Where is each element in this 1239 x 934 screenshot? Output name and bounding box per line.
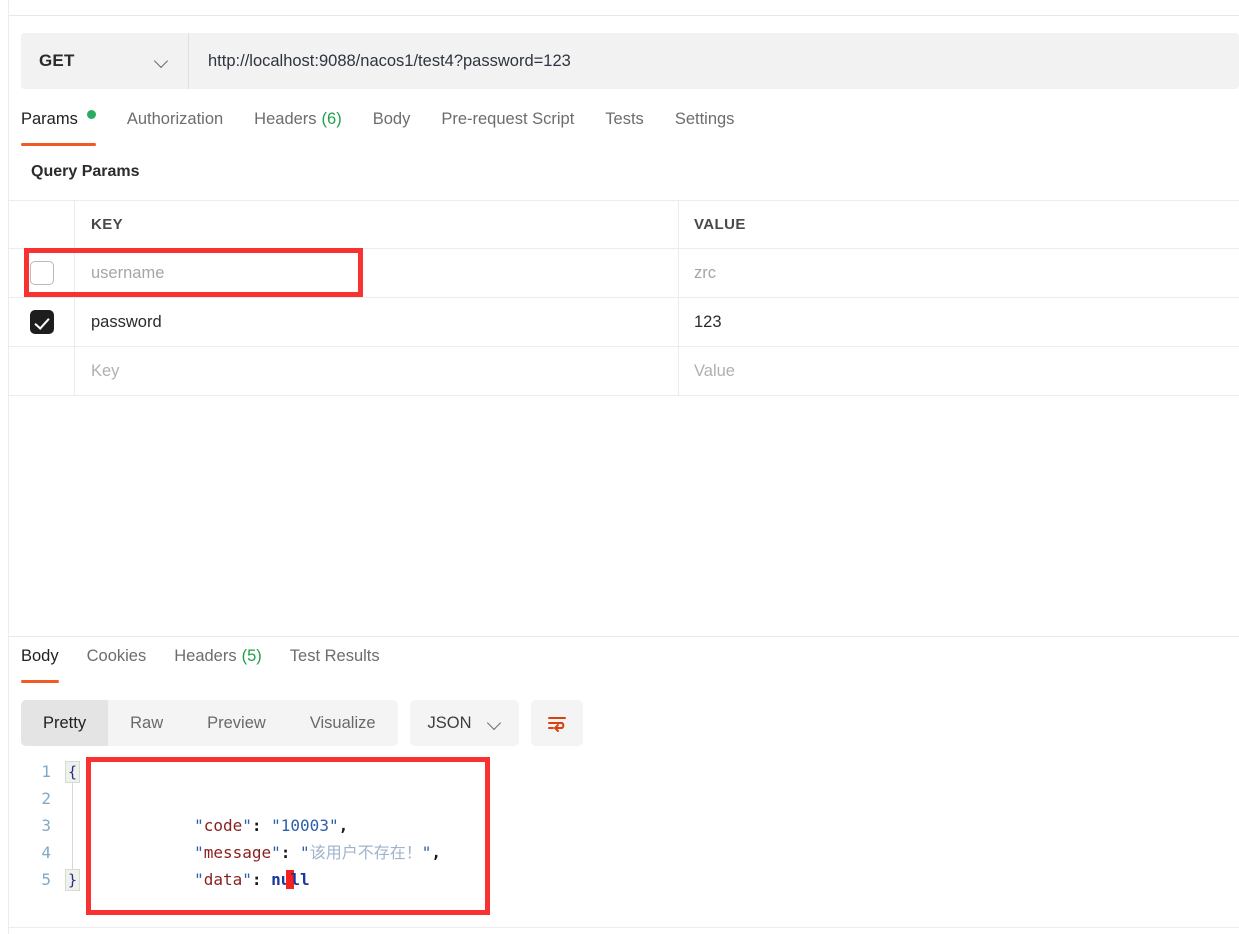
json-key-data: data [203, 870, 243, 889]
column-header-value: VALUE [694, 216, 746, 233]
request-tabs: Params Authorization Headers (6) Body Pr… [21, 107, 1239, 147]
line-number: 3 [41, 816, 51, 835]
response-format-toolbar: Pretty Raw Preview Visualize JSON [21, 700, 583, 746]
pane-splitter[interactable] [9, 636, 1239, 637]
tab-authorization-label: Authorization [126, 110, 224, 128]
tab-headers-count: (6) [321, 110, 342, 128]
tab-headers[interactable]: Headers (6) [254, 107, 342, 147]
json-value-code: 10003 [280, 816, 329, 835]
code-lines: "code": "10003", "message": "该用户不存在！", "… [83, 758, 1239, 918]
table-row-new[interactable]: Key Value [9, 347, 1239, 396]
tab-response-body-label: Body [21, 647, 59, 665]
tab-params-label: Params [21, 110, 78, 128]
bottom-edge-divider [9, 927, 1239, 928]
line-number-gutter: 1 2 3 4 5 [21, 758, 61, 918]
query-params-title: Query Params [31, 163, 140, 180]
chevron-down-icon [488, 717, 501, 730]
line-number: 2 [41, 789, 51, 808]
table-row[interactable]: username zrc [9, 249, 1239, 298]
param-key-username[interactable]: username [75, 249, 679, 297]
indent-guide [72, 783, 73, 869]
tab-settings-label: Settings [674, 110, 735, 128]
line-number: 1 [41, 762, 51, 781]
url-bar: GET http://localhost:9088/nacos1/test4?p… [21, 33, 1239, 89]
tab-body-label: Body [372, 110, 411, 128]
tab-response-cookies[interactable]: Cookies [87, 644, 147, 684]
query-params-table: KEY VALUE username zrc password 123 Key … [9, 200, 1239, 396]
line-number: 4 [41, 843, 51, 862]
tab-response-body[interactable]: Body [21, 644, 59, 684]
param-key-password[interactable]: password [75, 298, 679, 346]
code-fold-column: { } [61, 758, 83, 918]
tab-response-headers[interactable]: Headers (5) [174, 644, 262, 684]
code-fold-close-marker[interactable]: } [65, 869, 80, 891]
response-tabs: Body Cookies Headers (5) Test Results [21, 644, 408, 684]
json-comma: , [338, 816, 349, 835]
tab-headers-label: Headers [254, 110, 317, 128]
param-value-new-placeholder[interactable]: Value [679, 347, 1239, 395]
checkbox-username[interactable] [29, 261, 54, 285]
checkbox-password[interactable] [29, 310, 54, 334]
top-divider [9, 15, 1239, 16]
tab-params[interactable]: Params [21, 107, 96, 147]
postman-request-response-view: GET http://localhost:9088/nacos1/test4?p… [0, 0, 1239, 934]
code-fold-open-marker[interactable]: { [65, 761, 80, 783]
content-type-dropdown[interactable]: JSON [409, 700, 519, 746]
param-value-username[interactable]: zrc [679, 249, 1239, 297]
response-view-segmented-control: Pretty Raw Preview Visualize [21, 700, 398, 746]
url-input[interactable]: http://localhost:9088/nacos1/test4?passw… [189, 33, 1239, 89]
tab-pre-request-script[interactable]: Pre-request Script [441, 107, 574, 147]
param-key-new-placeholder[interactable]: Key [75, 347, 679, 395]
tab-test-results[interactable]: Test Results [290, 644, 380, 684]
view-visualize-button[interactable]: Visualize [288, 700, 398, 746]
view-pretty-button[interactable]: Pretty [21, 700, 109, 746]
json-value-message: 该用户不存在！ [309, 843, 422, 862]
json-key-code: code [203, 816, 243, 835]
view-preview-button[interactable]: Preview [185, 700, 288, 746]
row-enable-checkbox-cell [9, 347, 75, 395]
left-rail [0, 0, 9, 934]
tab-response-headers-count: (5) [241, 647, 262, 665]
response-body-editor[interactable]: 1 2 3 4 5 { } "code": "10003", "message"… [21, 758, 1239, 918]
chevron-down-icon [155, 55, 168, 68]
tab-response-headers-label: Headers [174, 647, 237, 665]
word-wrap-icon [547, 717, 566, 732]
tab-response-cookies-label: Cookies [86, 647, 147, 665]
line-number: 5 [41, 870, 51, 889]
code-line-2: "code": "10003", [194, 816, 349, 835]
http-method-label: GET [39, 51, 75, 70]
tab-body[interactable]: Body [373, 107, 411, 147]
row-enable-checkbox-cell [9, 298, 75, 346]
tab-tests[interactable]: Tests [605, 107, 644, 147]
json-key-message: message [203, 843, 272, 862]
param-value-password[interactable]: 123 [679, 298, 1239, 346]
params-modified-dot-icon [86, 110, 96, 119]
table-header-row: KEY VALUE [9, 201, 1239, 249]
word-wrap-toggle-button[interactable] [530, 700, 583, 746]
column-header-key: KEY [75, 201, 679, 248]
view-raw-button[interactable]: Raw [108, 700, 185, 746]
tab-settings[interactable]: Settings [675, 107, 735, 147]
json-comma: , [431, 843, 441, 862]
http-method-dropdown[interactable]: GET [21, 33, 189, 89]
table-row[interactable]: password 123 [9, 298, 1239, 347]
tab-test-results-label: Test Results [289, 647, 380, 665]
tab-pre-request-script-label: Pre-request Script [441, 110, 575, 128]
content-type-label: JSON [427, 713, 472, 732]
row-enable-checkbox-cell [9, 249, 75, 297]
header-checkbox-cell [9, 201, 75, 248]
tab-tests-label: Tests [605, 110, 644, 128]
tab-authorization[interactable]: Authorization [127, 107, 223, 147]
